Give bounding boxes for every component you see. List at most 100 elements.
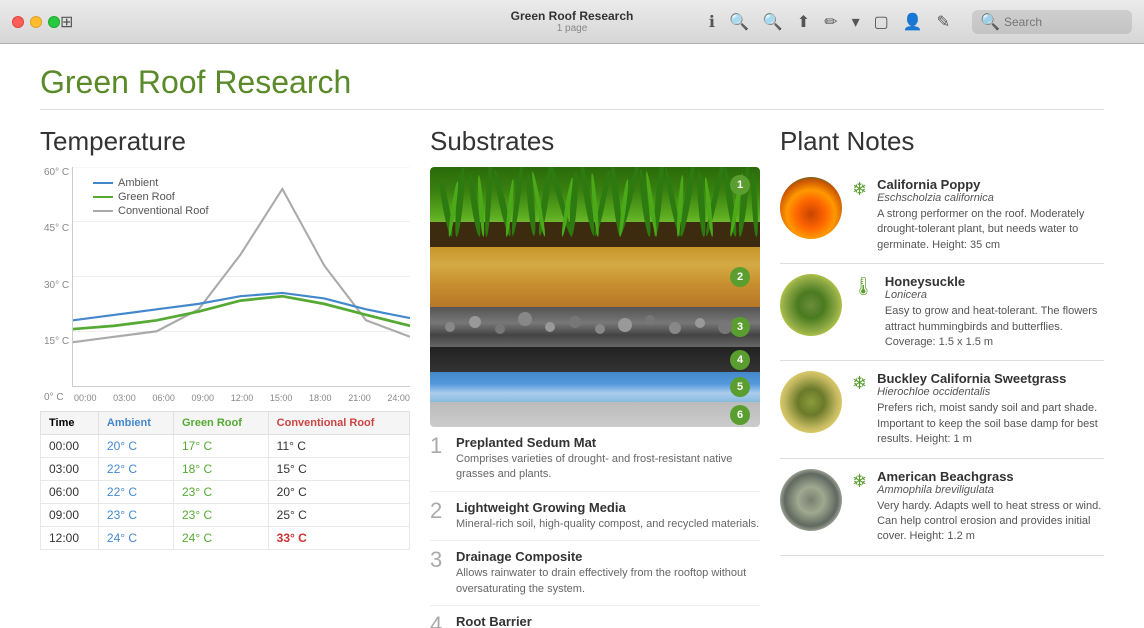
window-title-area: Green Roof Research 1 page [511,9,634,34]
cell-greenroof: 18° C [173,458,268,481]
cell-time: 09:00 [41,504,99,527]
temperature-chart: Ambient Green Roof Conventional Roof [72,167,410,387]
cell-greenroof: 17° C [173,435,268,458]
person-icon[interactable]: 👤 [903,12,923,32]
substrate-text: Preplanted Sedum Mat Comprises varieties… [456,435,760,483]
window-title: Green Roof Research [511,9,634,23]
legend-greenroof: Green Roof [93,191,209,203]
minimize-button[interactable] [30,16,42,28]
x-label-1500: 15:00 [270,393,293,403]
cell-time: 12:00 [41,527,99,550]
plant-icon: ❄ [852,179,867,200]
cell-ambient: 20° C [98,435,173,458]
zoom-in-icon[interactable]: 🔍 [763,12,783,32]
badge-1: 1 [730,175,750,195]
main-content: Green Roof Research Temperature 60° C 45… [0,44,1144,628]
substrate-number: 2 [430,500,446,532]
x-label-0000: 00:00 [74,393,97,403]
col-conventional: Conventional Roof [268,412,409,435]
maximize-button[interactable] [48,16,60,28]
sidebar-toggle-icon[interactable]: ⊞ [60,12,73,32]
table-row: 06:00 22° C 23° C 20° C [41,481,410,504]
page-title: Green Roof Research [40,64,1104,110]
cell-time: 03:00 [41,458,99,481]
cell-greenroof: 24° C [173,527,268,550]
table-row: 09:00 23° C 23° C 25° C [41,504,410,527]
badge-4: 4 [730,350,750,370]
substrate-desc: Mineral-rich soil, high-quality compost,… [456,517,759,532]
window-icon[interactable]: ▢ [874,12,889,32]
close-button[interactable] [12,16,24,28]
content-grid: Temperature 60° C 45° C 30° C 15° C 0° C… [40,126,1104,628]
plant-desc: Prefers rich, moist sandy soil and part … [877,401,1104,447]
plant-icon-container: ❄ [852,469,867,492]
col-ambient: Ambient [98,412,173,435]
traffic-lights [12,16,60,28]
x-label-2400: 24:00 [387,393,410,403]
col-greenroof: Green Roof [173,412,268,435]
substrate-text: Lightweight Growing Media Mineral-rich s… [456,500,759,532]
legend-greenroof-label: Green Roof [118,191,175,203]
cell-greenroof: 23° C [173,504,268,527]
plant-photo [780,469,842,531]
substrates-heading: Substrates [430,126,760,157]
plant-desc: Very hardy. Adapts well to heat stress o… [877,499,1104,545]
substrate-number: 1 [430,435,446,483]
search-input[interactable] [1004,15,1124,29]
plant-list: ❄ California Poppy Eschscholzia californ… [780,167,1104,556]
share-icon[interactable]: ⬆ [797,12,810,32]
cell-conventional: 20° C [268,481,409,504]
y-label-30: 30° C [44,280,69,291]
markup-icon[interactable]: ✎ [937,12,950,32]
plant-item: ❄ California Poppy Eschscholzia californ… [780,167,1104,264]
plant-desc: A strong performer on the roof. Moderate… [877,207,1104,253]
cell-conventional: 11° C [268,435,409,458]
legend-ambient-label: Ambient [118,177,158,189]
plant-name: California Poppy [877,177,1104,192]
table-row: 00:00 20° C 17° C 11° C [41,435,410,458]
zoom-out-icon[interactable]: 🔍 [729,12,749,32]
substrate-item: 2 Lightweight Growing Media Mineral-rich… [430,492,760,541]
substrate-list: 1 Preplanted Sedum Mat Comprises varieti… [430,427,760,628]
plant-scientific: Lonicera [885,289,1104,301]
plant-notes-section: Plant Notes ❄ California Poppy Eschschol… [780,126,1104,628]
x-label-0600: 06:00 [152,393,175,403]
substrate-text: Root Barrier Keeps roots from penetratin… [456,614,760,628]
cell-time: 06:00 [41,481,99,504]
cell-ambient: 22° C [98,458,173,481]
temperature-heading: Temperature [40,126,410,157]
plant-info: Honeysuckle Lonicera Easy to grow and he… [885,274,1104,350]
cell-greenroof: 23° C [173,481,268,504]
chevron-down-icon[interactable]: ▾ [852,12,860,32]
y-label-60: 60° C [44,167,69,178]
search-icon: 🔍 [980,12,1000,32]
substrate-visual: 1 2 3 [430,167,760,427]
substrate-item: 3 Drainage Composite Allows rainwater to… [430,541,760,606]
legend-conventional: Conventional Roof [93,205,209,217]
substrate-desc: Comprises varieties of drought- and fros… [456,452,760,483]
plant-scientific: Ammophila breviligulata [877,484,1104,496]
substrate-title: Root Barrier [456,614,760,628]
temperature-section: Temperature 60° C 45° C 30° C 15° C 0° C… [40,126,410,628]
plant-notes-heading: Plant Notes [780,126,1104,157]
substrate-text: Drainage Composite Allows rainwater to d… [456,549,760,597]
title-bar: ⊞ Green Roof Research 1 page ℹ 🔍 🔍 ⬆ ✏ ▾… [0,0,1144,44]
plant-scientific: Eschscholzia californica [877,192,1104,204]
cell-ambient: 24° C [98,527,173,550]
chart-legend: Ambient Green Roof Conventional Roof [93,177,209,217]
info-icon[interactable]: ℹ [709,12,715,32]
table-row: 12:00 24° C 24° C 33° C [41,527,410,550]
plant-item: 🌡 Honeysuckle Lonicera Easy to grow and … [780,264,1104,361]
plant-photo [780,371,842,433]
substrate-item: 4 Root Barrier Keeps roots from penetrat… [430,606,760,628]
edit-icon[interactable]: ✏ [824,12,837,32]
plant-name: American Beachgrass [877,469,1104,484]
cell-conventional: 15° C [268,458,409,481]
y-label-0: 0° C [44,392,69,403]
toolbar-icons: ℹ 🔍 🔍 ⬆ ✏ ▾ ▢ 👤 ✎ 🔍 [709,10,1132,34]
y-label-45: 45° C [44,223,69,234]
badge-5: 5 [730,377,750,397]
search-bar[interactable]: 🔍 [972,10,1132,34]
badge-6: 6 [730,405,750,425]
plant-name: Buckley California Sweetgrass [877,371,1104,386]
